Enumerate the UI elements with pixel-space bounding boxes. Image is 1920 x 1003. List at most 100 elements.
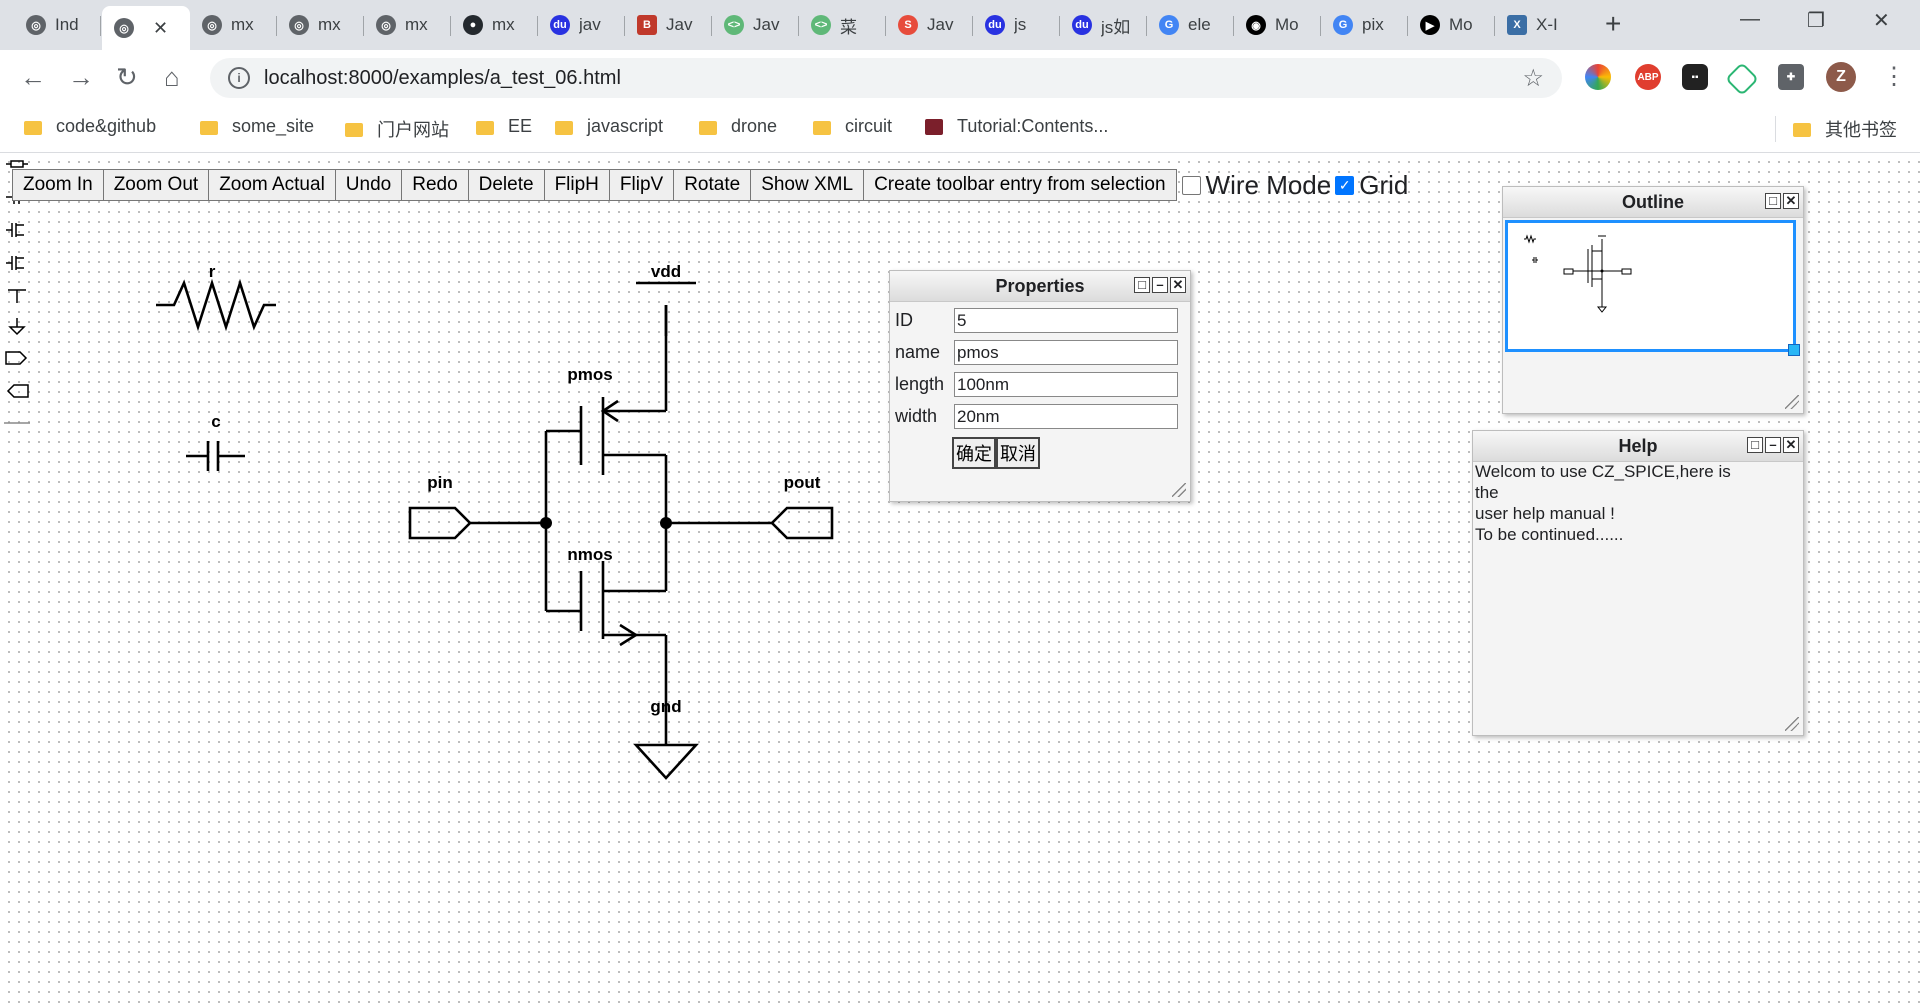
browser-tab[interactable]: B Jav — [625, 6, 711, 44]
browser-tab-active[interactable]: ◎ ✕ — [102, 6, 190, 50]
bookmark-link[interactable]: Tutorial:Contents... — [925, 116, 1108, 137]
browser-tab[interactable]: ◎ mx — [364, 6, 450, 44]
extension-dark-icon[interactable]: ▪▪ — [1682, 64, 1708, 90]
folder-icon — [200, 120, 218, 135]
reload-icon[interactable]: ↻ — [116, 64, 138, 90]
outline-preview — [1524, 234, 1632, 313]
wire-mode-checkbox[interactable] — [1181, 175, 1201, 195]
label-c: c — [211, 412, 220, 431]
browser-tab[interactable]: ◎ mx — [190, 6, 276, 44]
browser-tab[interactable]: du js — [973, 6, 1059, 44]
create-toolbar-entry-button[interactable]: Create toolbar entry from selection — [863, 169, 1177, 201]
extension-green-icon[interactable] — [1725, 62, 1759, 96]
browser-tab[interactable]: du jav — [538, 6, 624, 44]
bookmark-star-icon[interactable]: ☆ — [1522, 64, 1544, 93]
id-field[interactable]: 5 — [954, 308, 1178, 333]
outline-viewport[interactable] — [1505, 220, 1800, 356]
google-icon: G — [1159, 15, 1179, 35]
label-gnd: gnd — [650, 697, 681, 716]
baidu-icon: du — [1072, 15, 1092, 35]
bookmark-folder[interactable]: circuit — [813, 116, 892, 137]
folder-icon — [555, 120, 573, 135]
prop-row-id: ID 5 — [895, 308, 1178, 333]
circuit-canvas[interactable]: r c vdd pmos nmos pin pout gnd — [0, 153, 880, 793]
close-icon[interactable]: ✕ — [1170, 277, 1186, 293]
resistor-r[interactable] — [156, 278, 276, 332]
properties-title: Properties — [995, 276, 1085, 296]
maximize-icon[interactable]: □ — [1765, 193, 1781, 209]
folder-icon — [24, 120, 42, 135]
gnd-symbol[interactable] — [633, 743, 699, 780]
new-tab-button[interactable]: + — [1605, 8, 1621, 40]
capacitor-c[interactable] — [186, 441, 245, 471]
mozilla-icon: ◉ — [1246, 15, 1266, 35]
resize-grip[interactable] — [1785, 395, 1799, 409]
browser-tab[interactable]: Gpix — [1321, 6, 1407, 44]
name-field[interactable]: pmos — [954, 340, 1178, 365]
browser-tab[interactable]: ▶ Mo — [1408, 6, 1494, 44]
tutorial-favicon — [925, 118, 943, 135]
minimize-icon[interactable]: – — [1765, 437, 1781, 453]
baidu-icon: du — [985, 15, 1005, 35]
maximize-icon[interactable]: □ — [1747, 437, 1763, 453]
junction-dot — [660, 517, 672, 529]
puzzle-icon[interactable]: ✚ — [1778, 64, 1804, 90]
browser-tab[interactable]: ◎ mx — [277, 6, 363, 44]
bookmark-folder[interactable]: javascript — [555, 116, 663, 137]
adblock-icon[interactable]: ABP — [1635, 64, 1661, 90]
forward-icon[interactable]: → — [68, 64, 94, 90]
ok-button[interactable]: 确定 — [952, 437, 996, 469]
back-icon[interactable]: ← — [20, 64, 46, 90]
tab-strip: ◎ Ind ◎ ✕ ◎ mx ◎ mx ◎ mx ● mx du jav B Jav <> Jav… — [0, 0, 1920, 50]
browser-tab[interactable]: ◎ Ind — [14, 6, 100, 44]
browser-tab[interactable]: S Jav — [886, 6, 972, 44]
pmos-transistor[interactable] — [546, 305, 668, 523]
pout-output-port[interactable] — [770, 506, 834, 540]
runoob-icon: <> — [811, 15, 831, 35]
globe-icon: ◎ — [376, 15, 396, 35]
cancel-button[interactable]: 取消 — [996, 437, 1040, 469]
wire-mode-toggle[interactable]: Wire Mode — [1181, 170, 1331, 201]
maximize-icon[interactable]: □ — [1134, 277, 1150, 293]
avatar[interactable]: Z — [1826, 62, 1856, 92]
info-icon[interactable]: i — [228, 67, 250, 89]
restore-icon[interactable]: ❐ — [1807, 8, 1825, 33]
bookmark-folder[interactable]: some_site — [200, 116, 314, 137]
close-window-icon[interactable]: ✕ — [1873, 8, 1890, 33]
grid-toggle[interactable]: ✓ Grid — [1335, 170, 1408, 201]
outline-resize-handle[interactable] — [1788, 344, 1800, 356]
url-text[interactable]: localhost:8000/examples/a_test_06.html — [264, 67, 621, 90]
close-tab-icon[interactable]: ✕ — [153, 18, 168, 39]
browser-tab[interactable]: ● mx — [451, 6, 537, 44]
bookmark-folder[interactable]: drone — [699, 116, 777, 137]
browser-tab[interactable]: <> 菜 — [799, 6, 885, 44]
close-icon[interactable]: ✕ — [1783, 437, 1799, 453]
browser-tab[interactable]: X X-I — [1495, 6, 1581, 44]
globe-icon: ◎ — [202, 15, 222, 35]
resize-grip[interactable] — [1172, 483, 1186, 497]
outline-titlebar[interactable]: Outline □ ✕ — [1503, 187, 1803, 218]
color-extension-icon[interactable] — [1585, 64, 1611, 90]
browser-tab[interactable]: du js如 — [1060, 6, 1146, 44]
close-icon[interactable]: ✕ — [1783, 193, 1799, 209]
browser-tab[interactable]: Gele — [1147, 6, 1233, 44]
bookmark-folder[interactable]: code&github — [24, 116, 156, 137]
length-field[interactable]: 100nm — [954, 372, 1178, 397]
width-field[interactable]: 20nm — [954, 404, 1178, 429]
prop-row-width: width 20nm — [895, 404, 1178, 429]
minimize-icon[interactable]: – — [1152, 277, 1168, 293]
help-titlebar[interactable]: Help □ – ✕ — [1473, 431, 1803, 462]
more-menu-icon[interactable]: ⋮ — [1882, 64, 1906, 90]
minimize-icon[interactable]: — — [1740, 8, 1760, 31]
resize-grip[interactable] — [1785, 717, 1799, 731]
home-icon[interactable]: ⌂ — [164, 64, 180, 90]
address-bar[interactable]: i localhost:8000/examples/a_test_06.html… — [210, 58, 1562, 98]
bookmark-folder[interactable]: 门户网站 — [345, 116, 449, 142]
browser-tab[interactable]: <> Jav — [712, 6, 798, 44]
other-bookmarks[interactable]: 其他书签 — [1793, 116, 1897, 142]
bookmark-folder[interactable]: EE — [476, 116, 532, 137]
grid-checkbox[interactable]: ✓ — [1335, 175, 1355, 195]
properties-titlebar[interactable]: Properties □ – ✕ — [890, 271, 1190, 302]
browser-tab[interactable]: ◉ Mo — [1234, 6, 1320, 44]
pin-input-port[interactable] — [408, 506, 472, 540]
